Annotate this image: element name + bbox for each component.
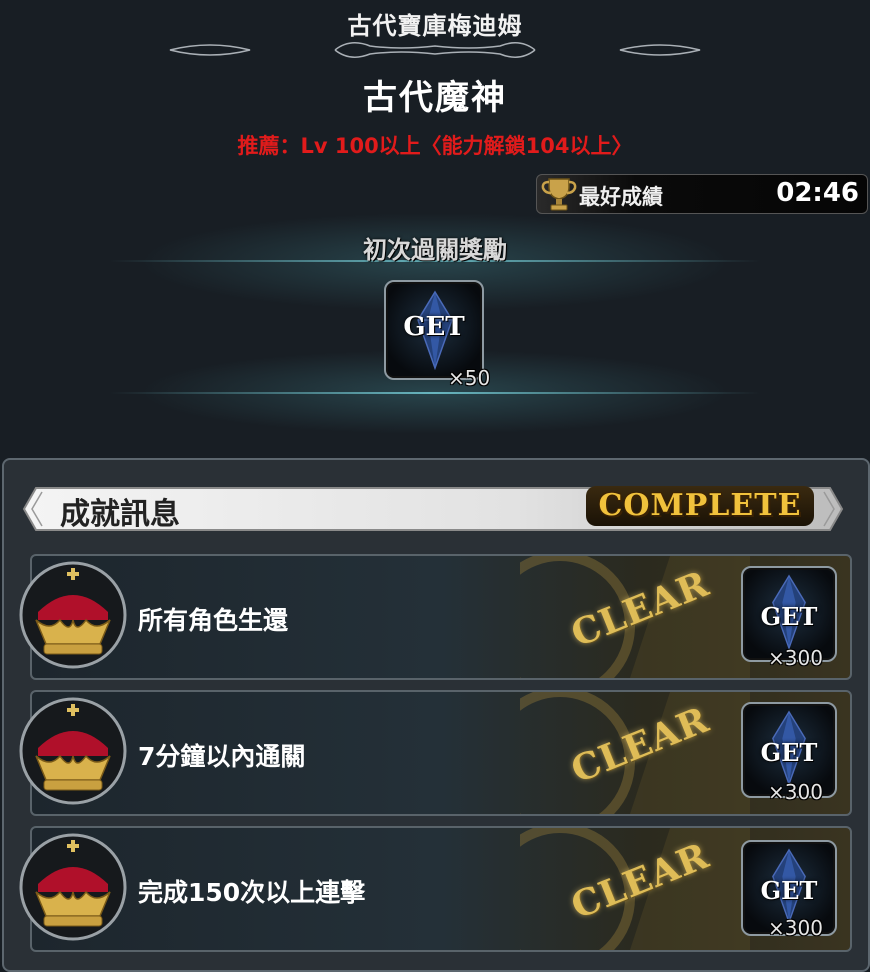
- crown-icon: [19, 833, 127, 941]
- crown-icon: [19, 697, 127, 805]
- achievement-reward-quantity: ×300: [768, 780, 823, 804]
- first-clear-reward-quantity: ×50: [448, 366, 491, 390]
- complete-badge: COMPLETE: [586, 486, 814, 526]
- best-record-bar: 最好成績 02:46: [536, 174, 868, 214]
- divider-line: [110, 392, 760, 394]
- achievement-reward-quantity: ×300: [768, 646, 823, 670]
- achievement-text: 7分鐘以內通關: [138, 742, 306, 771]
- achievement-text: 所有角色生還: [138, 606, 289, 635]
- get-label: GET: [760, 602, 818, 631]
- get-label: GET: [403, 312, 465, 342]
- best-record-time: 02:46: [776, 178, 859, 208]
- get-label: GET: [760, 738, 818, 767]
- achievement-text: 完成150次以上連擊: [138, 878, 366, 907]
- title-ornament: [100, 42, 770, 58]
- boss-name: 古代魔神: [363, 78, 507, 118]
- first-clear-reward-title: 初次過關獎勵: [363, 235, 507, 264]
- get-label: GET: [760, 876, 818, 905]
- crown-icon: [19, 561, 127, 669]
- trophy-icon: [541, 178, 577, 211]
- recommended-level: 推薦：Lv 100以上〈能力解鎖104以上〉: [237, 134, 633, 158]
- achievement-title: 成就訊息: [60, 497, 180, 532]
- first-clear-reward-item[interactable]: GET: [384, 280, 484, 380]
- achievement-reward-quantity: ×300: [768, 916, 823, 940]
- best-record-label: 最好成績: [579, 185, 663, 209]
